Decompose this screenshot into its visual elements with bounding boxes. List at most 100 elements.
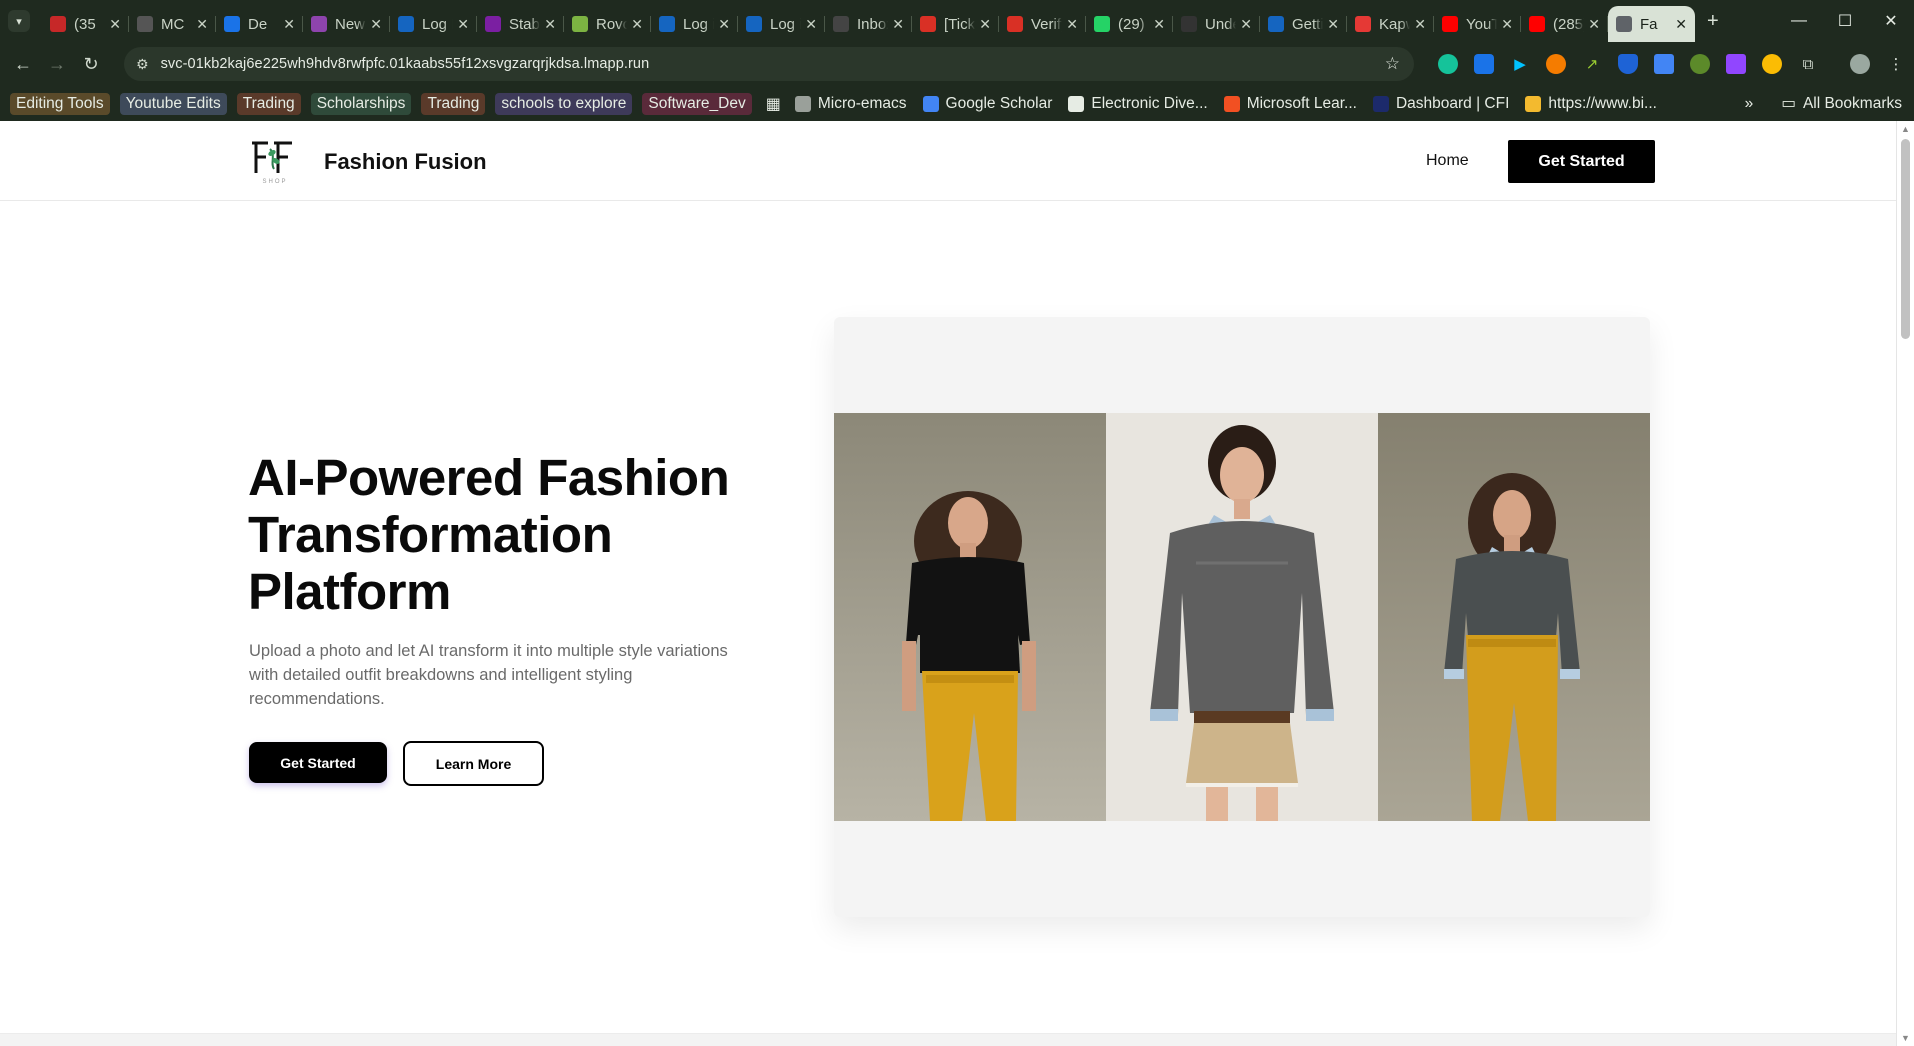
- tab-favicon-icon: [485, 16, 501, 32]
- tab-close-icon[interactable]: ✕: [1066, 16, 1078, 33]
- nav-home-link[interactable]: Home: [1426, 152, 1469, 170]
- bookmark-folder[interactable]: Software_Dev: [642, 92, 752, 115]
- address-url[interactable]: svc-01kb2kaj6e225wh9hdv8rwfpfc.01kaabs55…: [161, 56, 650, 72]
- tab-close-icon[interactable]: ✕: [370, 16, 382, 33]
- browser-tab[interactable]: New A✕: [303, 8, 390, 40]
- tab-close-icon[interactable]: ✕: [457, 16, 469, 33]
- forward-arrow-icon[interactable]: →: [40, 54, 74, 75]
- tab-close-icon[interactable]: ✕: [1414, 16, 1426, 33]
- tab-close-icon[interactable]: ✕: [892, 16, 904, 33]
- scroll-up-icon[interactable]: ▲: [1901, 124, 1910, 134]
- browser-toolbar: ← → ↻ ⚙ svc-01kb2kaj6e225wh9hdv8rwfpfc.0…: [0, 42, 1914, 86]
- tab-title: (35: [74, 15, 96, 33]
- bookmark-link[interactable]: Google Scholar: [922, 95, 1052, 113]
- hero-learn-more-button[interactable]: Learn More: [403, 741, 544, 786]
- scroll-down-icon[interactable]: ▼: [1901, 1033, 1910, 1043]
- browser-tab[interactable]: Verify✕: [999, 8, 1086, 40]
- nav-get-started-button[interactable]: Get Started: [1508, 140, 1655, 183]
- bookmark-folder[interactable]: Trading: [421, 92, 486, 115]
- bookmark-link-label: Micro-emacs: [817, 94, 907, 112]
- bookmark-folder[interactable]: Editing Tools: [10, 92, 110, 115]
- tab-close-icon[interactable]: ✕: [805, 16, 817, 33]
- browser-tab[interactable]: Inbox✕: [825, 8, 912, 40]
- browser-tab[interactable]: De ✕: [216, 8, 303, 40]
- hero-get-started-button[interactable]: Get Started: [249, 742, 387, 783]
- browser-tab[interactable]: MC ✕: [129, 8, 216, 40]
- browser-tab[interactable]: Gettin✕: [1260, 8, 1347, 40]
- tab-close-icon[interactable]: ✕: [544, 16, 556, 33]
- bookmark-link[interactable]: Micro-emacs: [794, 94, 907, 113]
- bookmark-link[interactable]: Microsoft Lear...: [1223, 95, 1357, 113]
- notification-extension-icon[interactable]: [1754, 54, 1790, 74]
- more-bookmarks-chevron-icon[interactable]: »: [1745, 95, 1754, 113]
- browser-tab[interactable]: Stabili✕: [477, 8, 564, 40]
- browser-tab[interactable]: Log in✕: [651, 8, 738, 40]
- bookmark-folder[interactable]: Trading: [236, 92, 301, 115]
- tab-close-icon[interactable]: ✕: [1675, 16, 1687, 33]
- tab-close-icon[interactable]: ✕: [718, 16, 730, 33]
- minimize-icon[interactable]: —: [1776, 12, 1822, 30]
- reload-icon[interactable]: ↻: [74, 54, 108, 75]
- browser-tab[interactable]: (285)✕: [1521, 8, 1608, 40]
- tab-close-icon[interactable]: ✕: [979, 16, 991, 33]
- bookmark-star-icon[interactable]: ☆: [1385, 54, 1400, 74]
- brand-name[interactable]: Fashion Fusion: [324, 149, 487, 175]
- tab-favicon-icon: [659, 16, 675, 32]
- browser-tab[interactable]: (29) W✕: [1086, 8, 1173, 40]
- openai-extension-icon[interactable]: [1682, 54, 1718, 74]
- tab-favicon-icon: [137, 16, 153, 32]
- page-scrollbar[interactable]: ▲ ▼: [1896, 121, 1914, 1046]
- tab-favicon-icon: [1355, 16, 1371, 32]
- translate-extension-icon[interactable]: [1646, 54, 1682, 74]
- twitch-extension-icon[interactable]: [1718, 54, 1754, 74]
- browser-tab[interactable]: Log in✕: [738, 8, 825, 40]
- tab-close-icon[interactable]: ✕: [283, 16, 295, 33]
- tab-close-icon[interactable]: ✕: [196, 16, 208, 33]
- tab-close-icon[interactable]: ✕: [1501, 16, 1513, 33]
- browser-tab[interactable]: Under✕: [1173, 8, 1260, 40]
- site-info-icon[interactable]: ⚙: [136, 56, 149, 73]
- browser-tab[interactable]: YouTu✕: [1434, 8, 1521, 40]
- bookmark-folder[interactable]: Scholarships: [310, 92, 412, 115]
- tab-close-icon[interactable]: ✕: [1588, 16, 1600, 33]
- chart-extension-icon[interactable]: ↗: [1574, 55, 1610, 73]
- tab-close-icon[interactable]: ✕: [109, 16, 121, 33]
- bookmark-folder[interactable]: schools to explore: [495, 92, 633, 115]
- new-tab-plus-icon[interactable]: +: [1707, 10, 1719, 33]
- puzzle-extensions-icon[interactable]: ⧉: [1790, 56, 1826, 73]
- back-arrow-icon[interactable]: ←: [6, 54, 40, 75]
- bookmark-folder[interactable]: Youtube Edits: [119, 92, 227, 115]
- grammarly-extension-icon[interactable]: [1430, 54, 1466, 74]
- tab-close-icon[interactable]: ✕: [1327, 16, 1339, 33]
- shield-extension-icon[interactable]: [1610, 54, 1646, 74]
- browser-tab[interactable]: Kapwi✕: [1347, 8, 1434, 40]
- menu-kebab-icon[interactable]: ⋮: [1878, 55, 1914, 73]
- terminal-extension-icon[interactable]: ▶: [1502, 55, 1538, 73]
- browser-tab[interactable]: (35 ✕: [42, 8, 129, 40]
- maximize-icon[interactable]: ☐: [1822, 11, 1868, 31]
- address-bar[interactable]: ⚙ svc-01kb2kaj6e225wh9hdv8rwfpfc.01kaabs…: [124, 47, 1414, 81]
- all-bookmarks[interactable]: All Bookmarks: [1803, 95, 1902, 113]
- tab-close-icon[interactable]: ✕: [631, 16, 643, 33]
- bookmark-link[interactable]: Electronic Dive...: [1068, 95, 1208, 113]
- browser-tab[interactable]: Rovo ✕: [564, 8, 651, 40]
- tab-title: Rovo: [596, 15, 628, 33]
- tab-close-icon[interactable]: ✕: [1240, 16, 1252, 33]
- scrollbar-thumb[interactable]: [1901, 139, 1910, 339]
- browser-tab[interactable]: Fa ✕: [1608, 6, 1695, 42]
- bookmark-favicon-icon: [922, 95, 939, 112]
- calendar-extension-icon[interactable]: [1466, 54, 1502, 74]
- apps-grid-icon[interactable]: ▦: [766, 94, 781, 114]
- close-window-icon[interactable]: ✕: [1868, 11, 1914, 31]
- profile-avatar-icon[interactable]: [1842, 54, 1878, 74]
- fashion-fusion-logo[interactable]: SHOP: [248, 139, 302, 185]
- bookmark-link[interactable]: Dashboard | CFI: [1372, 95, 1509, 113]
- tab-title: Under: [1205, 15, 1236, 33]
- fox-extension-icon[interactable]: [1538, 54, 1574, 74]
- browser-tab[interactable]: Log In✕: [390, 8, 477, 40]
- bookmark-link[interactable]: https://www.bi...: [1525, 95, 1657, 113]
- tab-close-icon[interactable]: ✕: [1153, 16, 1165, 33]
- browser-tab[interactable]: [Ticke✕: [912, 8, 999, 40]
- tab-search-chevron-icon[interactable]: ▾: [8, 10, 30, 32]
- tab-title: Log In: [422, 15, 453, 33]
